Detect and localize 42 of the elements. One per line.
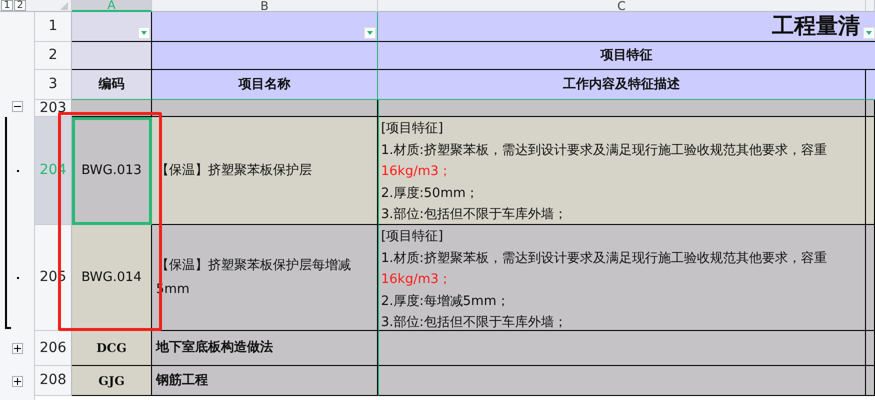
outline-level-button[interactable]: 2 [14, 0, 26, 11]
header-label: 项目特征 [600, 46, 652, 65]
table-cell [866, 100, 875, 117]
column-header[interactable]: C [378, 0, 866, 12]
row-number[interactable]: 1 [35, 12, 72, 42]
description-line: [项目特征] [381, 120, 444, 138]
column-label: 项目名称 [238, 76, 290, 94]
description-line: 2.厚度:每增减5mm； [381, 292, 510, 310]
column-label: 工作内容及特征描述 [563, 76, 680, 94]
description-line: 16kg/m3； [381, 271, 453, 289]
expand-icon[interactable] [12, 343, 23, 354]
outline-level-button[interactable]: 1 [1, 0, 13, 11]
item-name: 钢筋工程 [156, 372, 208, 390]
row-number[interactable]: 3 [35, 70, 72, 100]
item-code: GJG [98, 372, 125, 390]
row-number[interactable]: 206 [35, 331, 72, 366]
description-line: [项目特征] [381, 228, 444, 246]
column-header[interactable]: B [152, 0, 378, 12]
item-code: DCG [96, 340, 127, 357]
description-line: 1.材质:挤塑聚苯板，需达到设计要求及满足现行施工验收规范其他要求，容重 [381, 250, 828, 268]
expand-icon[interactable] [12, 376, 23, 386]
description-line: 3.部位:包括但不限于车库外墙； [381, 206, 568, 224]
description-line: 1.材质:挤塑聚苯板，需达到设计要求及满足现行施工验收规范其他要求，容重 [381, 142, 828, 160]
collapse-icon[interactable] [12, 101, 23, 112]
description-line: 16kg/m3； [381, 163, 453, 181]
item-code: BWG.014 [81, 268, 142, 287]
column-label: 编码 [98, 76, 124, 94]
row-number[interactable]: 203 [35, 100, 72, 117]
filter-dropdown-button[interactable] [138, 27, 150, 39]
filter-dropdown-button[interactable] [364, 27, 376, 39]
description-line: 3.部位:包括但不限于车库外墙； [381, 314, 568, 330]
table-cell [866, 331, 875, 366]
column-header [866, 0, 875, 12]
item-name: 【保温】挤塑聚苯板保护层 [156, 162, 312, 180]
filter-dropdown-button[interactable] [863, 27, 875, 39]
description-line: 2.厚度:50mm； [381, 184, 480, 202]
row-number[interactable]: 208 [35, 366, 72, 396]
item-name: 地下室底板构造做法 [156, 338, 273, 357]
item-code: BWG.013 [81, 162, 142, 180]
sheet-title: 工程量清 [772, 16, 860, 38]
row-number[interactable]: 2 [35, 42, 72, 70]
table-cell [866, 366, 875, 396]
